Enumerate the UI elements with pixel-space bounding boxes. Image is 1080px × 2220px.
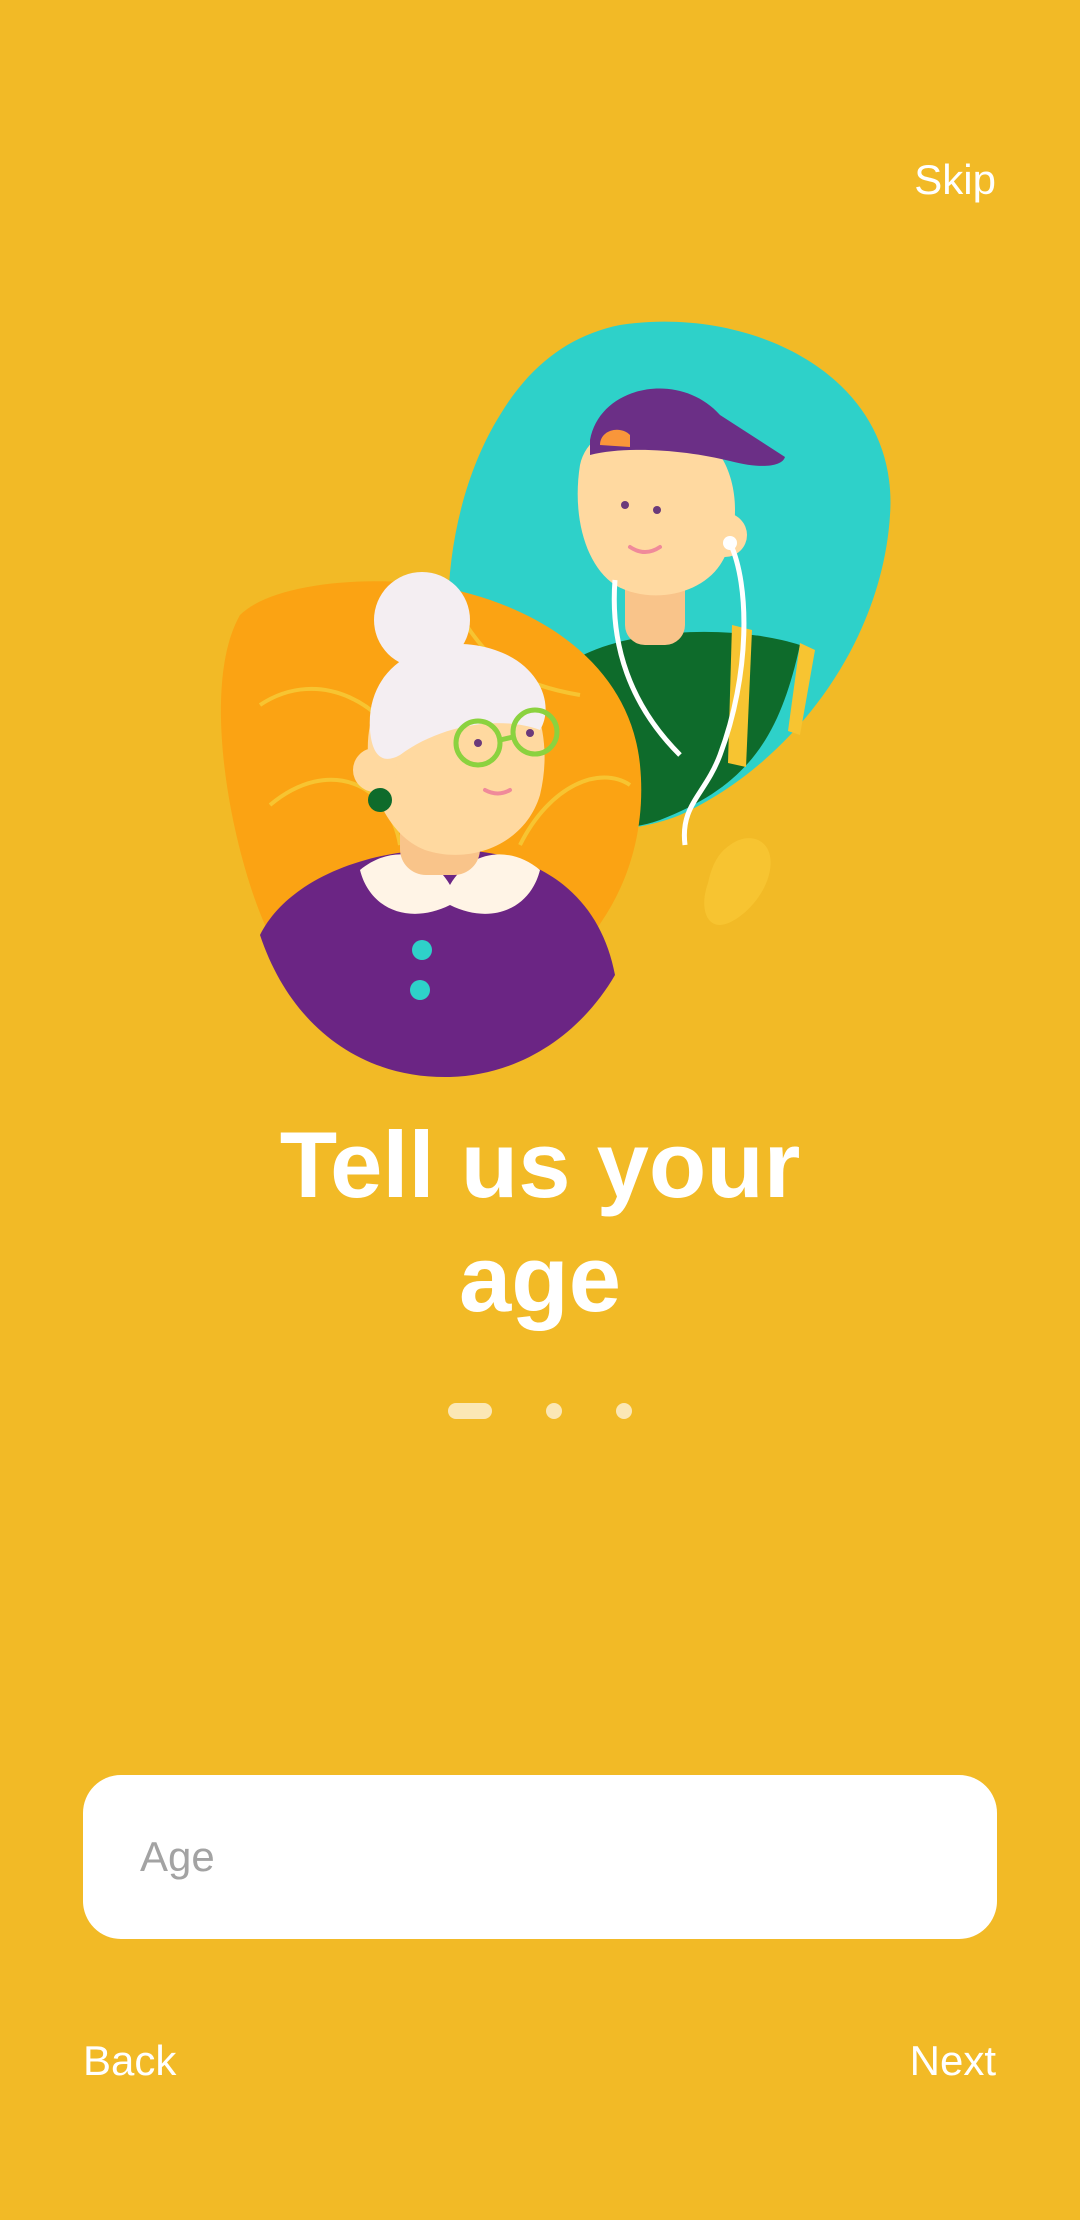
title-line-1: Tell us your — [279, 1112, 801, 1217]
page-title: Tell us your age — [0, 1108, 1080, 1336]
skip-button[interactable]: Skip — [914, 156, 996, 204]
title-line-2: age — [459, 1226, 621, 1331]
page-indicator-dot-1-active — [448, 1403, 492, 1419]
next-button[interactable]: Next — [910, 2037, 996, 2085]
age-input[interactable] — [138, 1832, 997, 1882]
age-field-container[interactable] — [83, 1775, 997, 1939]
page-indicator-dot-3 — [616, 1403, 632, 1419]
back-button[interactable]: Back — [83, 2037, 176, 2085]
onboarding-illustration — [160, 285, 920, 1105]
orange-dot — [704, 838, 771, 925]
page-indicator — [0, 1403, 1080, 1419]
page-indicator-dot-2 — [546, 1403, 562, 1419]
